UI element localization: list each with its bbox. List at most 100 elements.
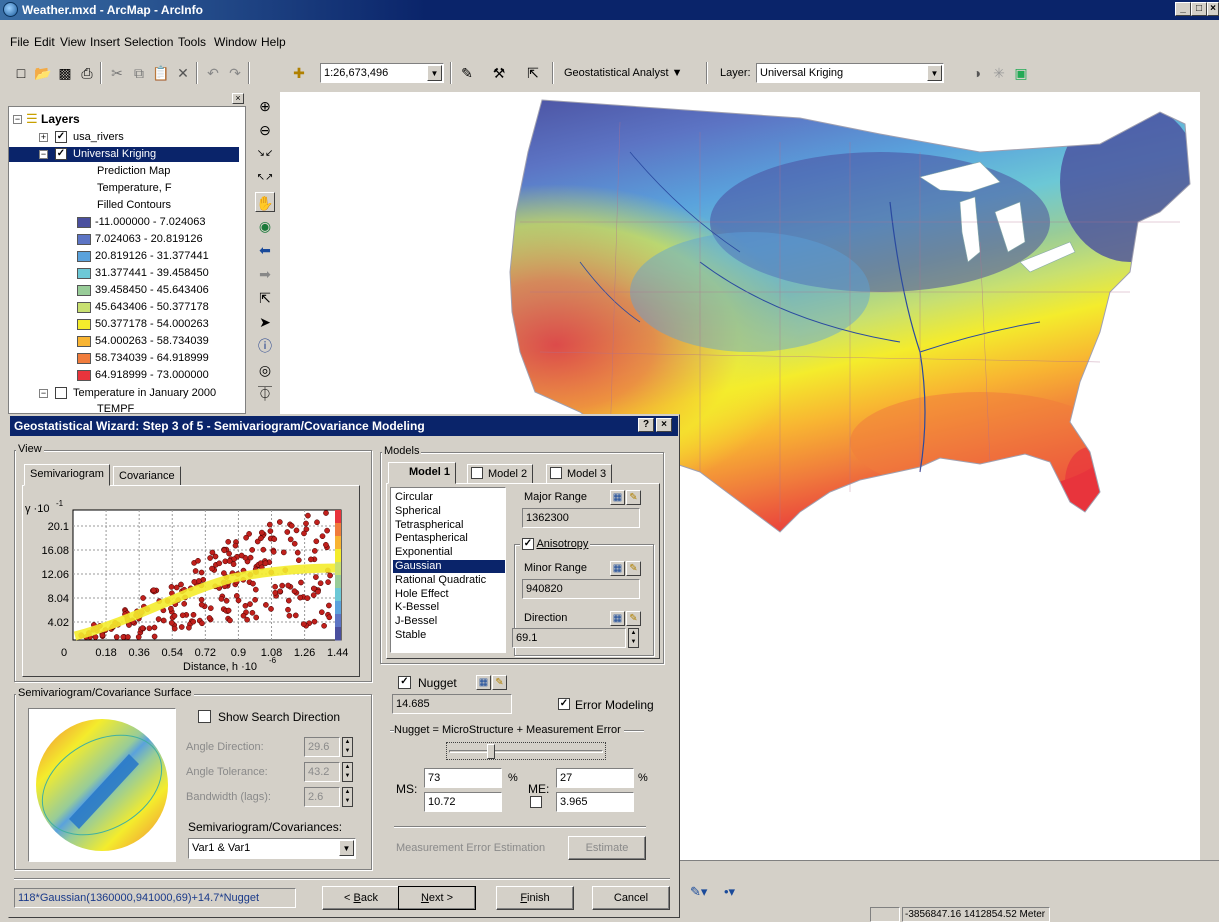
brightness-icon[interactable]: ✳ (990, 64, 1008, 82)
layer-combo[interactable]: Universal Kriging ▼ (756, 63, 944, 83)
model-type-item[interactable]: Rational Quadratic (393, 574, 505, 587)
me-checkbox[interactable] (530, 796, 542, 808)
semivariogram-surface[interactable] (28, 708, 176, 862)
close-icon[interactable]: × (232, 93, 244, 104)
save-icon[interactable]: ▩ (56, 64, 74, 82)
slider-thumb[interactable] (487, 744, 495, 759)
show-search-direction-checkbox[interactable] (198, 710, 211, 723)
model-type-item[interactable]: K-Bessel (393, 601, 505, 614)
pencil-icon[interactable]: ✎ (626, 561, 641, 576)
collapse-icon[interactable]: − (39, 389, 48, 398)
model-2-checkbox[interactable] (471, 467, 483, 479)
model-type-item[interactable]: J-Bessel (393, 615, 505, 628)
full-extent-globe-icon[interactable]: ◉ (255, 216, 275, 236)
pencil-icon[interactable]: ✎ (626, 611, 641, 626)
model-3-checkbox[interactable] (550, 467, 562, 479)
menu-insert[interactable]: Insert (90, 35, 120, 49)
legend-swatch[interactable] (77, 353, 91, 364)
fixed-zoom-in-icon[interactable]: ↘↙ (255, 144, 275, 164)
chevron-down-icon[interactable]: ▼ (339, 840, 354, 856)
open-folder-icon[interactable]: 📂 (34, 64, 52, 82)
redo-icon[interactable]: ↷ (226, 64, 244, 82)
pencil-icon[interactable]: ✎ (492, 675, 507, 690)
legend-swatch[interactable] (77, 234, 91, 245)
bandwidth-spinner[interactable]: ▲ ▼ (342, 787, 353, 807)
ms-percent-field[interactable]: 73 (424, 768, 502, 788)
model-type-item[interactable]: Stable (393, 629, 505, 642)
help-button[interactable]: ? (638, 418, 654, 432)
editor-toolbar-icon[interactable]: ✎ (458, 64, 476, 82)
minimize-button[interactable]: _ (1175, 2, 1191, 16)
zoom-in-icon[interactable]: ⊕ (255, 96, 275, 116)
bandwidth-field[interactable]: 2.6 (304, 787, 340, 807)
whats-this-help-icon[interactable]: ⇱ (524, 64, 542, 82)
next-button[interactable]: Next > (398, 886, 476, 910)
fixed-zoom-out-icon[interactable]: ↖↗ (255, 168, 275, 188)
model-type-item[interactable]: Pentaspherical (393, 532, 505, 545)
tab-covariance[interactable]: Covariance (113, 466, 181, 486)
new-document-icon[interactable]: □ (12, 64, 30, 82)
legend-swatch[interactable] (77, 251, 91, 262)
model-type-item[interactable]: Hole Effect (393, 588, 505, 601)
nugget-split-slider[interactable] (446, 742, 606, 760)
nugget-checkbox[interactable]: ✓ (398, 676, 411, 689)
contrast-icon[interactable]: ◑ (968, 64, 986, 82)
angle-direction-field[interactable]: 29.6 (304, 737, 340, 757)
zoom-out-icon[interactable]: ⊖ (255, 120, 275, 140)
toc-layer-universal-kriging[interactable]: Universal Kriging (73, 148, 156, 160)
legend-swatch[interactable] (77, 336, 91, 347)
collapse-icon[interactable]: − (13, 115, 22, 124)
pencil-icon[interactable]: ✎ (626, 490, 641, 505)
select-features-icon[interactable]: ⇱ (255, 288, 275, 308)
menu-window[interactable]: Window (214, 35, 257, 49)
menu-selection[interactable]: Selection (124, 35, 173, 49)
me-percent-field[interactable]: 27 (556, 768, 634, 788)
layer-visibility-checkbox[interactable]: ✓ (55, 148, 67, 160)
menu-edit[interactable]: Edit (34, 35, 55, 49)
model-type-item[interactable]: Gaussian (393, 560, 505, 573)
legend-swatch[interactable] (77, 319, 91, 330)
back-extent-arrow-icon[interactable]: ⬅ (255, 240, 275, 260)
paste-icon[interactable]: 📋 (152, 64, 170, 82)
menu-tools[interactable]: Tools (178, 35, 206, 49)
me-value-field[interactable]: 3.965 (556, 792, 634, 812)
semivariogram-covariances-select[interactable]: Var1 & Var1 ▼ (188, 838, 356, 859)
tab-semivariogram[interactable]: Semivariogram (24, 464, 110, 486)
pan-hand-icon[interactable]: ✋ (255, 192, 275, 212)
tab-model-1[interactable]: Model 1 (388, 462, 456, 484)
cut-icon[interactable]: ✂ (108, 64, 126, 82)
identify-icon[interactable]: ⓘ (255, 336, 275, 356)
maximize-button[interactable]: □ (1191, 2, 1207, 16)
direction-field[interactable]: 69.1 (512, 628, 626, 648)
select-elements-arrow-icon[interactable]: ➤ (255, 312, 275, 332)
delete-icon[interactable]: ✕ (174, 64, 192, 82)
estimate-button[interactable]: Estimate (568, 836, 646, 860)
model-type-item[interactable]: Spherical (393, 505, 505, 518)
chevron-down-icon[interactable]: ▼ (427, 65, 442, 81)
anisotropy-checkbox[interactable]: ✓ (522, 538, 534, 551)
collapse-icon[interactable]: − (39, 150, 48, 159)
angle-direction-spinner[interactable]: ▲ ▼ (342, 737, 353, 757)
map-vertical-scrollbar[interactable] (1200, 92, 1208, 878)
ms-value-field[interactable]: 10.72 (424, 792, 502, 812)
chevron-down-icon[interactable]: ▼ (927, 65, 942, 81)
calculator-icon[interactable]: ▦ (476, 675, 491, 690)
menu-view[interactable]: View (60, 35, 86, 49)
add-data-icon[interactable]: ✚ (290, 64, 308, 82)
arctoolbox-icon[interactable]: ⚒ (490, 64, 508, 82)
back-button[interactable]: < Back (322, 886, 400, 910)
model-type-item[interactable]: Tetraspherical (393, 519, 505, 532)
menu-file[interactable]: File (10, 35, 29, 49)
toc-layer-usa-rivers[interactable]: usa_rivers (73, 131, 124, 143)
copy-icon[interactable]: ⧉ (130, 64, 148, 82)
angle-tolerance-spinner[interactable]: ▲ ▼ (342, 762, 353, 782)
model-type-item[interactable]: Exponential (393, 546, 505, 559)
major-range-field[interactable]: 1362300 (522, 508, 640, 528)
scroll-right-icon[interactable] (1204, 862, 1218, 876)
finish-button[interactable]: Finish (496, 886, 574, 910)
undo-icon[interactable]: ↶ (204, 64, 222, 82)
model-type-item[interactable]: Circular (393, 491, 505, 504)
marker-color-icon[interactable]: •▾ (724, 884, 735, 900)
forward-extent-arrow-icon[interactable]: ➡ (255, 264, 275, 284)
expand-icon[interactable]: + (39, 133, 48, 142)
